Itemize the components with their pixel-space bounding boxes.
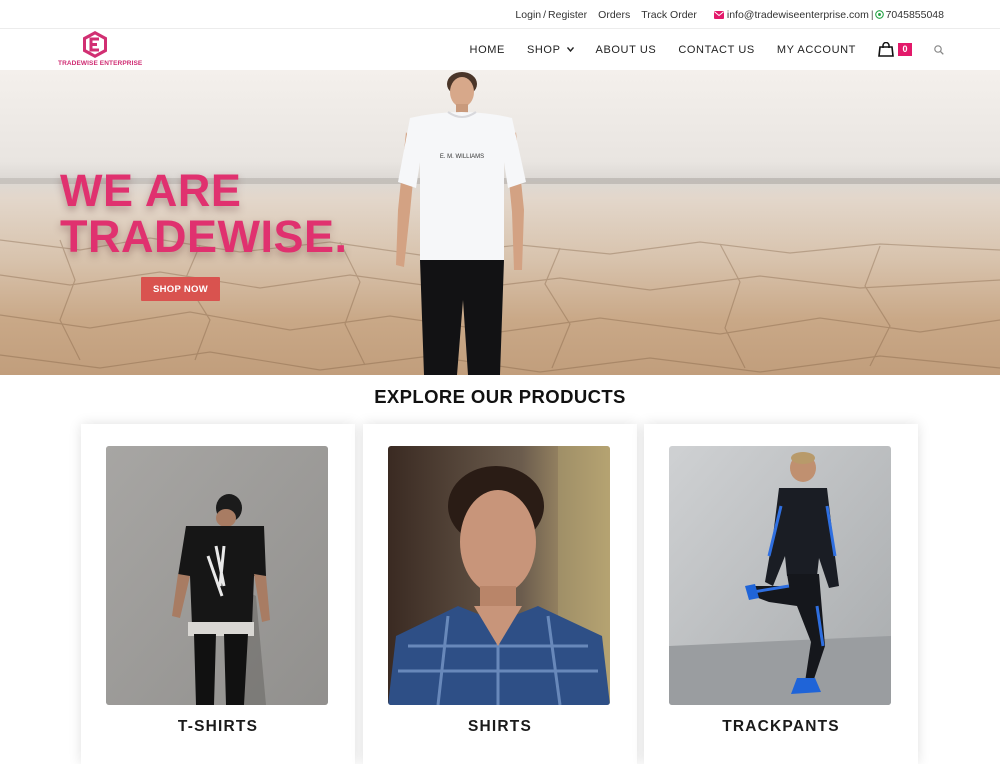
trackpants-label: TRACKPANTS (722, 718, 840, 735)
shirts-label: SHIRTS (467, 718, 533, 735)
product-card-shirts[interactable]: SHIRTS (363, 424, 637, 764)
tshirt-print-text: E. M. WILLIAMS (440, 154, 484, 160)
track-order-link[interactable]: Track Order (641, 9, 697, 21)
logo-text: TRADEWISE ENTERPRISE (58, 60, 143, 67)
hero-title-line1: WE ARE (60, 165, 242, 216)
tshirts-image (106, 446, 328, 705)
login-link[interactable]: Login (515, 9, 541, 21)
nav-home-label: HOME (469, 43, 505, 56)
logo-hexagon-icon (83, 31, 107, 58)
envelope-icon (713, 10, 724, 19)
register-link[interactable]: Register (548, 9, 587, 21)
hero-title: WE ARE TRADEWISE. (60, 168, 348, 260)
tshirts-label: T-SHIRTS (177, 718, 259, 735)
product-card-tshirts[interactable]: T-SHIRTS (81, 424, 355, 764)
site-header: TRADEWISE ENTERPRISE HOME SHOP ABOUT US … (0, 29, 1000, 70)
nav-my-account[interactable]: MY ACCOUNT (777, 44, 856, 56)
product-card-trackpants[interactable]: TRACKPANTS (644, 424, 918, 764)
shop-now-button[interactable]: SHOP NOW (141, 277, 220, 301)
nav-account-label: MY ACCOUNT (776, 43, 856, 56)
cart-button[interactable]: 0 (878, 42, 912, 57)
login-register-separator: / (543, 8, 547, 21)
search-button[interactable] (934, 44, 944, 55)
email-text: info@tradewiseenterprise.com (726, 8, 869, 21)
top-bar: Login / Register Orders Track Order info… (0, 0, 1000, 29)
phone-contact[interactable]: 7045855048 (874, 9, 944, 21)
chevron-down-icon (566, 47, 574, 52)
top-bar-links: Login / Register Orders Track Order info… (504, 0, 944, 29)
shirts-image (388, 446, 610, 705)
nav-about-label: ABOUT US (595, 43, 657, 56)
nav-contact-label: CONTACT US (678, 43, 755, 56)
cart-count-badge: 0 (898, 43, 912, 56)
hero-model-image: E. M. WILLIAMS (396, 72, 526, 375)
whatsapp-icon (874, 10, 884, 19)
shopping-bag-icon (878, 42, 894, 57)
nav-shop[interactable]: SHOP (527, 44, 574, 56)
nav-contact-us[interactable]: CONTACT US (678, 44, 755, 56)
nav-shop-label: SHOP (526, 43, 561, 56)
products-section-title: ΕXPLORΕ OUR PRODUCTS (374, 386, 626, 407)
orders-link[interactable]: Orders (598, 9, 630, 21)
email-contact[interactable]: info@tradewiseenterprise.com (713, 8, 869, 21)
trackpants-image (669, 446, 891, 705)
phone-text: 7045855048 (885, 8, 944, 21)
site-logo[interactable]: TRADEWISE ENTERPRISE (58, 29, 142, 70)
nav-home[interactable]: HOME (470, 44, 505, 56)
hero-banner: E. M. WILLIAMS WE ARE TRADEWISE. SHOP NO… (0, 70, 1000, 375)
main-nav: HOME SHOP ABOUT US CONTACT US MY ACCOUNT… (448, 29, 944, 70)
nav-about-us[interactable]: ABOUT US (596, 44, 657, 56)
search-icon (934, 44, 944, 55)
hero-title-line2: TRADEWISE. (60, 211, 348, 262)
